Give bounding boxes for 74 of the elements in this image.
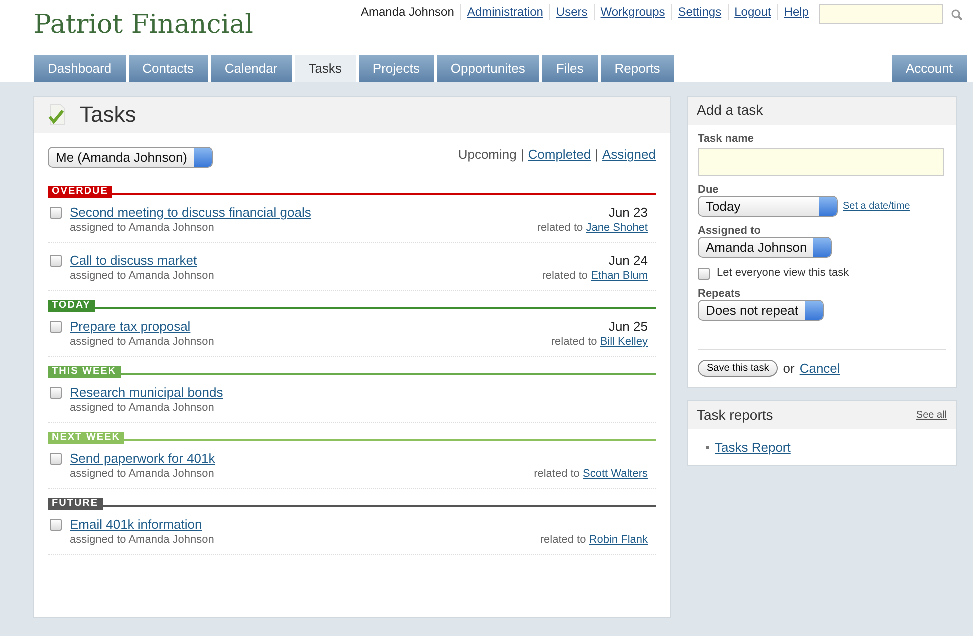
panel-title: Task reports (697, 407, 774, 423)
task-check-icon (48, 104, 68, 126)
filter-current: Upcoming (458, 147, 517, 162)
assignee-text: assigned to Amanda Johnson (70, 221, 214, 236)
task-checkbox[interactable] (50, 453, 62, 465)
search-field[interactable] (819, 4, 943, 24)
assignee-text: assigned to Amanda Johnson (70, 467, 214, 482)
task-link[interactable]: Second meeting to discuss financial goals (70, 205, 312, 220)
task-link[interactable]: Prepare tax proposal (70, 319, 191, 334)
due-date: Jun 24 (608, 253, 648, 268)
or-text: or (783, 361, 795, 376)
share-checkbox[interactable] (698, 268, 710, 280)
contact-link[interactable]: Bill Kelley (600, 336, 648, 348)
nav-link[interactable]: Logout (728, 4, 778, 20)
related-label: related to (551, 336, 598, 348)
field-label: Repeats (698, 288, 742, 300)
field-label: Task name (698, 133, 756, 145)
nav-link[interactable]: Settings (671, 4, 728, 20)
nav-link[interactable]: Administration (460, 4, 550, 20)
separator: | (595, 147, 599, 162)
related-label: related to (534, 468, 580, 480)
nav-link[interactable]: Workgroups (594, 4, 672, 20)
nav-link[interactable]: Help (777, 4, 815, 20)
search-icon[interactable] (951, 9, 963, 21)
nav-link[interactable]: Users (549, 4, 594, 20)
task-checkbox[interactable] (50, 321, 62, 333)
checkbox-label: Let everyone view this task (717, 267, 850, 279)
see-all-link[interactable]: See all (916, 410, 947, 420)
contact-link[interactable]: Ethan Blum (591, 270, 648, 282)
assignee-text: assigned to Amanda Johnson (70, 533, 214, 548)
panel-title: Tasks (80, 102, 136, 128)
group-label: THIS WEEK (48, 366, 121, 378)
related-label: related to (540, 534, 586, 546)
contact-link[interactable]: Robin Flank (589, 534, 648, 546)
task-checkbox[interactable] (50, 207, 62, 219)
assignee-select[interactable]: Amanda Johnson (698, 237, 832, 258)
brand-logo: Patriot Financial (34, 10, 254, 42)
group-label: OVERDUE (48, 186, 112, 198)
related-label: related to (542, 270, 588, 282)
filter-link[interactable]: Completed (528, 147, 592, 162)
group-label: NEXT WEEK (48, 432, 124, 444)
owner-select[interactable]: Me (Amanda Johnson) (48, 147, 213, 168)
assignee-text: assigned to Amanda Johnson (70, 269, 214, 284)
user-name: Amanda Johnson (360, 4, 456, 20)
due-select[interactable]: Today (698, 196, 838, 217)
task-link[interactable]: Research municipal bonds (70, 385, 224, 400)
bullet-icon (706, 446, 709, 449)
field-label: Due (698, 184, 720, 196)
repeat-select[interactable]: Does not repeat (698, 300, 824, 321)
panel-title: Add a task (697, 102, 764, 118)
assignee-text: assigned to Amanda Johnson (70, 335, 214, 350)
assignee-text: assigned to Amanda Johnson (70, 401, 214, 416)
task-checkbox[interactable] (50, 255, 62, 267)
group-label: TODAY (48, 300, 95, 312)
nav-tab[interactable]: Tasks (294, 55, 356, 82)
filter-link[interactable]: Assigned (602, 147, 656, 162)
task-checkbox[interactable] (50, 387, 62, 399)
task-checkbox[interactable] (50, 519, 62, 531)
separator: | (520, 147, 524, 162)
group-label: FUTURE (48, 498, 103, 510)
save-button[interactable]: Save this task (698, 360, 778, 377)
cancel-link[interactable]: Cancel (800, 361, 840, 376)
contact-link[interactable]: Scott Walters (583, 468, 648, 480)
task-link[interactable]: Email 401k information (70, 517, 202, 532)
contact-link[interactable]: Jane Shohet (586, 222, 648, 234)
field-label: Assigned to (698, 225, 762, 237)
due-date: Jun 25 (608, 319, 648, 334)
set-date-link[interactable]: Set a date/time (843, 201, 910, 212)
related-label: related to (537, 222, 584, 234)
task-link[interactable]: Send paperwork for 401k (70, 451, 216, 466)
report-link[interactable]: Tasks Report (715, 440, 791, 455)
due-date: Jun 23 (608, 205, 648, 220)
task-link[interactable]: Call to discuss market (70, 253, 198, 268)
task-name-field[interactable] (698, 148, 944, 176)
